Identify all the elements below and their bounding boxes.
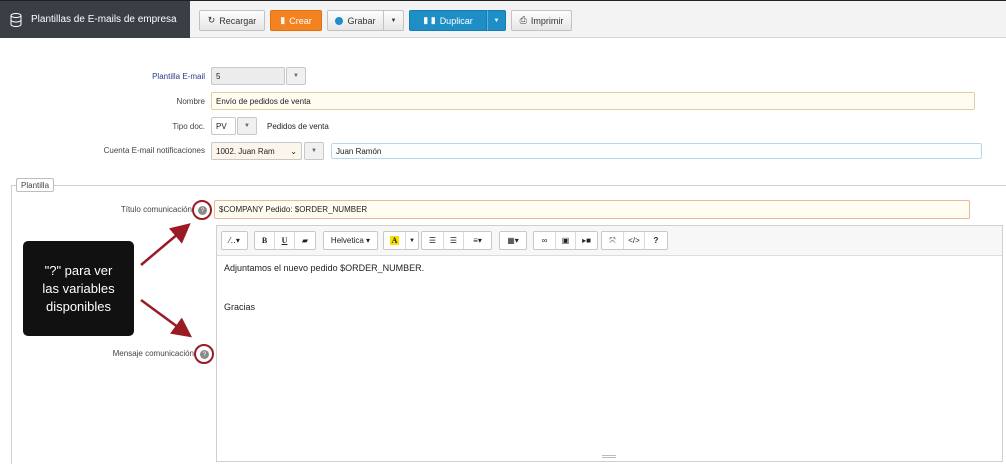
annotation-arrows: [140, 223, 193, 338]
arrow-to-message-help: [140, 298, 193, 338]
arrow-to-title-help: [140, 223, 191, 266]
